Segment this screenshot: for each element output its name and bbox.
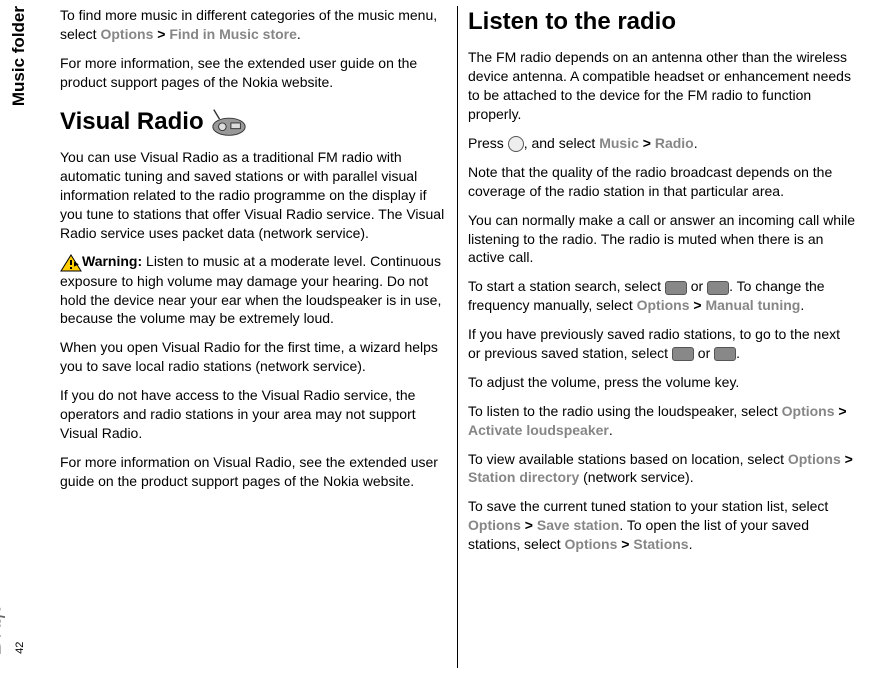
menu-separator: > (639, 135, 655, 151)
vr-paragraph-3: If you do not have access to the Visual … (60, 386, 447, 443)
radio-paragraph-1: The FM radio depends on an antenna other… (468, 48, 855, 124)
radio-paragraph-9: To view available stations based on loca… (468, 450, 855, 488)
heading-text: Visual Radio (60, 106, 204, 138)
menu-options: Options (637, 297, 690, 313)
visual-radio-heading: Visual Radio (60, 106, 447, 138)
right-column: Listen to the radio The FM radio depends… (460, 6, 863, 668)
draft-watermark: Draft (0, 606, 8, 654)
menu-separator: > (690, 297, 706, 313)
radio-paragraph-8: To listen to the radio using the loudspe… (468, 402, 855, 440)
left-column: To find more music in different categori… (52, 6, 455, 668)
menu-stations: Stations (633, 536, 688, 552)
content-columns: To find more music in different categori… (52, 6, 863, 668)
text: To start a station search, select (468, 278, 665, 294)
menu-options: Options (788, 451, 841, 467)
menu-manual-tuning: Manual tuning (705, 297, 800, 313)
manual-page: Music folder Draft 42 To find more music… (0, 0, 871, 674)
sidebar: Music folder Draft 42 (0, 6, 52, 668)
text: To save the current tuned station to you… (468, 498, 828, 514)
text: . (689, 536, 693, 552)
text: To view available stations based on loca… (468, 451, 788, 467)
menu-separator: > (835, 403, 847, 419)
menu-options: Options (100, 26, 153, 42)
menu-options: Options (565, 536, 618, 552)
menu-find-music-store: Find in Music store (169, 26, 297, 42)
text: . (297, 26, 301, 42)
menu-options: Options (782, 403, 835, 419)
prev-station-icon (714, 347, 736, 361)
text: . (609, 422, 613, 438)
text: . (736, 345, 740, 361)
menu-music: Music (599, 135, 639, 151)
intro-paragraph-1: To find more music in different categori… (60, 6, 447, 44)
menu-station-directory: Station directory (468, 469, 579, 485)
radio-paragraph-4: You can normally make a call or answer a… (468, 211, 855, 268)
warning-label: Warning: (82, 253, 146, 269)
radio-icon (210, 107, 248, 137)
text: . (800, 297, 804, 313)
vr-paragraph-1: You can use Visual Radio as a traditiona… (60, 148, 447, 242)
text: If you have previously saved radio stati… (468, 326, 840, 361)
text: . (694, 135, 698, 151)
vr-paragraph-4: For more information on Visual Radio, se… (60, 453, 447, 491)
menu-separator: > (841, 451, 853, 467)
intro-paragraph-2: For more information, see the extended u… (60, 54, 447, 92)
text: Press (468, 135, 508, 151)
radio-paragraph-10: To save the current tuned station to you… (468, 497, 855, 554)
menu-save-station: Save station (537, 517, 619, 533)
search-up-icon (665, 281, 687, 295)
next-station-icon (672, 347, 694, 361)
column-divider (457, 6, 458, 668)
menu-separator: > (521, 517, 537, 533)
radio-paragraph-6: If you have previously saved radio stati… (468, 325, 855, 363)
menu-options: Options (468, 517, 521, 533)
text: (network service). (579, 469, 693, 485)
menu-activate-loudspeaker: Activate loudspeaker (468, 422, 609, 438)
menu-separator: > (153, 26, 169, 42)
listen-radio-heading: Listen to the radio (468, 6, 855, 38)
radio-paragraph-5: To start a station search, select or . T… (468, 277, 855, 315)
text: To listen to the radio using the loudspe… (468, 403, 782, 419)
menu-radio: Radio (655, 135, 694, 151)
section-label: Music folder (8, 6, 31, 106)
text: , and select (524, 135, 600, 151)
radio-paragraph-2: Press , and select Music > Radio. (468, 134, 855, 153)
warning-icon (60, 254, 82, 272)
menu-separator: > (617, 536, 633, 552)
search-down-icon (707, 281, 729, 295)
radio-paragraph-3: Note that the quality of the radio broad… (468, 163, 855, 201)
text: or (694, 345, 714, 361)
warning-paragraph: Warning: Listen to music at a moderate l… (60, 252, 447, 328)
radio-paragraph-7: To adjust the volume, press the volume k… (468, 373, 855, 392)
text: or (687, 278, 707, 294)
vr-paragraph-2: When you open Visual Radio for the first… (60, 338, 447, 376)
menu-key-icon (508, 136, 524, 152)
page-number: 42 (13, 642, 28, 654)
